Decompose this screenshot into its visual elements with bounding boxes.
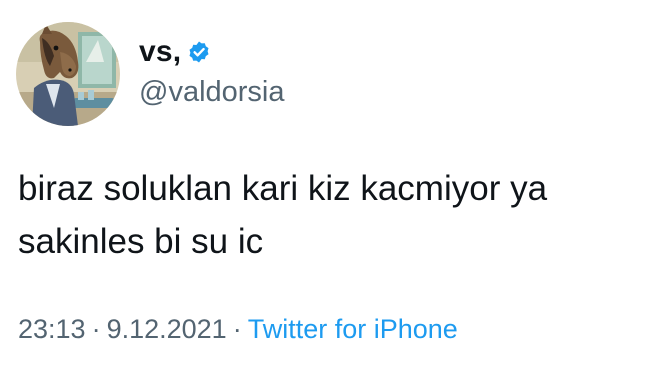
verified-badge-icon: [187, 40, 211, 64]
tweet-text: biraz soluklan kari kiz kacmiyor ya saki…: [18, 169, 548, 261]
separator-dot: ·: [232, 314, 242, 344]
author-handle[interactable]: @valdorsia: [139, 76, 285, 109]
tweet-date[interactable]: 9.12.2021: [107, 314, 227, 344]
tweet-time[interactable]: 23:13: [18, 314, 86, 344]
separator-dot: ·: [91, 314, 101, 344]
tweet-card: vs, @valdorsia biraz soluklan kari kiz k…: [0, 0, 672, 378]
author-name-row: vs,: [139, 34, 211, 70]
tweet-metadata: 23:13 · 9.12.2021 · Twitter for iPhone: [18, 314, 458, 345]
tweet-source-link[interactable]: Twitter for iPhone: [248, 314, 458, 344]
avatar[interactable]: [16, 22, 120, 126]
display-name[interactable]: vs,: [139, 35, 181, 69]
bojack-horseman-avatar-icon: [16, 22, 120, 126]
